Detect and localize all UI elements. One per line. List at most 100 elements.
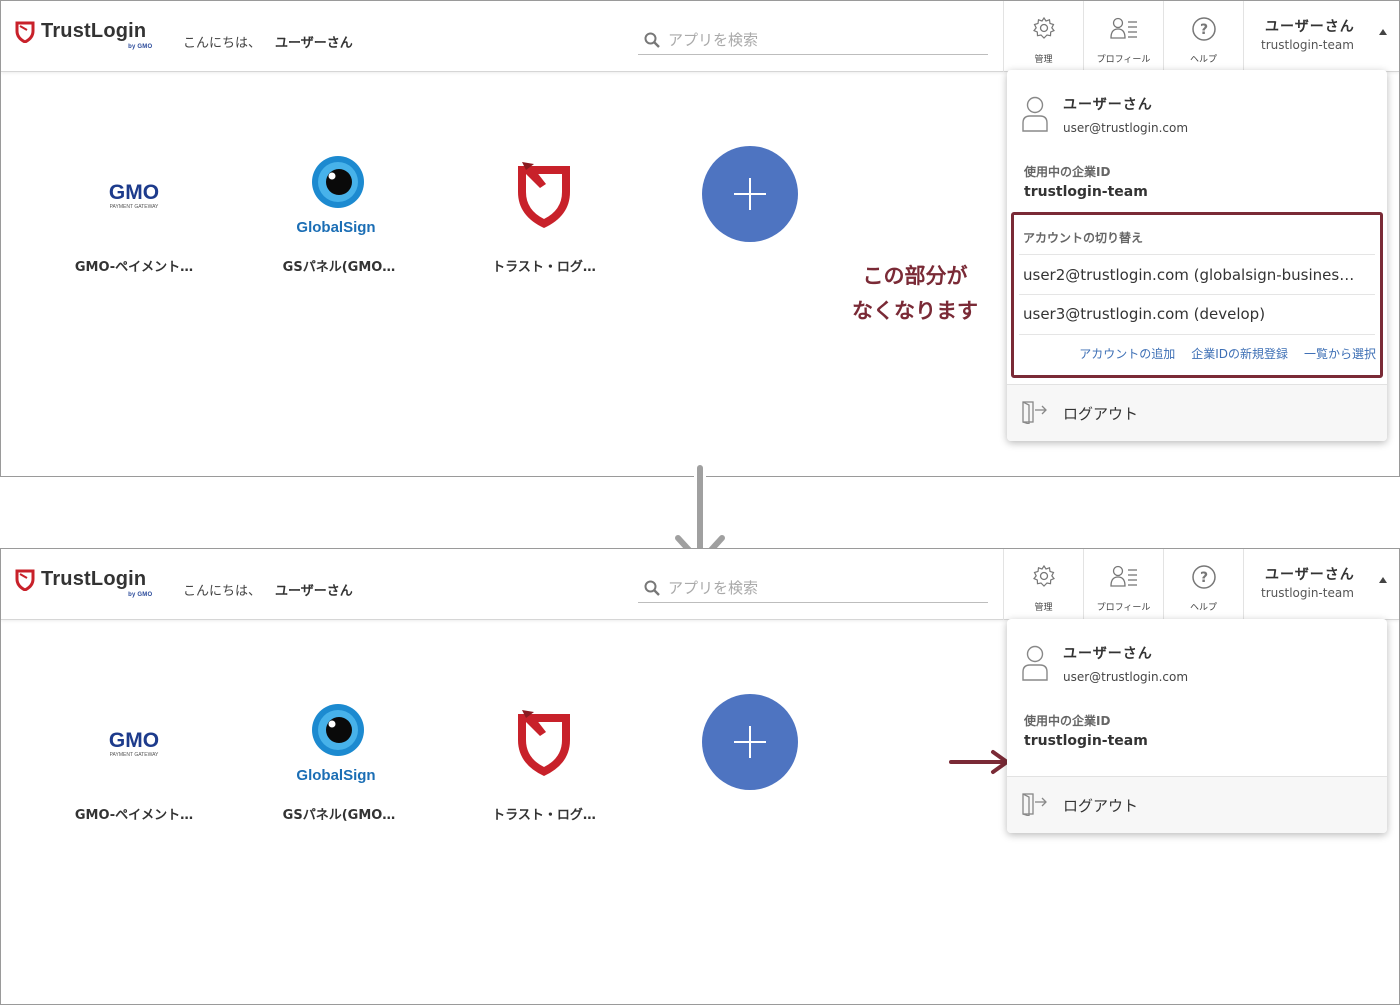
gmo-logo-icon: GMO PAYMENT GATEWAY	[54, 690, 214, 800]
globalsign-logo-icon: GlobalSign	[259, 142, 419, 252]
app-name: トラスト・ログ…	[492, 260, 596, 275]
greeting: こんにちは、 ユーザーさん	[183, 584, 353, 599]
account-switcher-links: アカウントの追加 企業IDの新規登録 一覧から選択	[1079, 345, 1376, 362]
nav-profile-button[interactable]: プロフィール	[1083, 1, 1163, 72]
nav-admin-label: 管理	[1034, 55, 1053, 65]
nav-help-button[interactable]: ? ヘルプ	[1163, 549, 1243, 620]
header-team: trustlogin-team	[1261, 38, 1354, 52]
profile-icon	[1109, 565, 1137, 587]
dropdown-email: user@trustlogin.com	[1063, 670, 1189, 684]
nav-profile-button[interactable]: プロフィール	[1083, 549, 1163, 620]
search-icon	[644, 32, 660, 48]
dropdown-user-info: ユーザーさん user@trustlogin.com	[1007, 70, 1387, 148]
dropdown-user-info: ユーザーさん user@trustlogin.com	[1007, 619, 1387, 697]
app-name: GSパネル(GMO…	[282, 808, 396, 823]
account-switcher-section: アカウントの切り替え user2@trustlogin.com (globals…	[1011, 212, 1383, 378]
app-search[interactable]	[638, 25, 988, 55]
divider	[1019, 254, 1375, 255]
trustlogin-logo[interactable]: TrustLogin by GMO	[15, 568, 153, 598]
search-icon	[644, 580, 660, 596]
svg-text:GMO: GMO	[109, 730, 159, 752]
arrow-right-icon	[949, 750, 1009, 774]
company-id-label: 使用中の企業ID	[1024, 165, 1111, 179]
account-item-user3[interactable]: user3@trustlogin.com (develop)	[1023, 305, 1363, 323]
user-dropdown-after: ユーザーさん user@trustlogin.com 使用中の企業ID trus…	[1007, 619, 1387, 833]
add-app-button[interactable]	[702, 694, 798, 790]
app-name: GMO-ペイメント…	[74, 260, 194, 275]
header-team: trustlogin-team	[1261, 586, 1354, 600]
trustlogin-shield-icon	[15, 21, 35, 43]
nav-help-label: ヘルプ	[1189, 603, 1217, 613]
logout-door-icon	[1022, 793, 1047, 816]
dropdown-user-name: ユーザーさん	[1063, 97, 1153, 113]
help-icon: ?	[1191, 565, 1216, 589]
plus-icon	[734, 726, 766, 758]
help-icon: ?	[1191, 17, 1216, 41]
company-id-value: trustlogin-team	[1024, 184, 1148, 200]
svg-text:PAYMENT GATEWAY: PAYMENT GATEWAY	[110, 204, 159, 210]
caret-up-icon	[1379, 577, 1387, 583]
user-avatar-icon	[1022, 96, 1048, 132]
trustlogin-app-icon	[464, 142, 624, 252]
search-input[interactable]	[668, 30, 968, 49]
account-switcher-title: アカウントの切り替え	[1023, 231, 1144, 245]
app-tile-trustlogin[interactable]: トラスト・ログ…	[464, 142, 624, 275]
logout-label: ログアウト	[1063, 405, 1139, 423]
header-user-name: ユーザーさん	[1265, 19, 1355, 35]
divider	[1019, 294, 1375, 295]
app-tile-globalsign[interactable]: GlobalSign GSパネル(GMO…	[259, 690, 419, 823]
user-menu-toggle[interactable]: ユーザーさん trustlogin-team	[1243, 1, 1399, 72]
user-avatar-icon	[1022, 645, 1048, 681]
trustlogin-logo[interactable]: TrustLogin by GMO	[15, 20, 153, 50]
nav-profile-label: プロフィール	[1096, 603, 1151, 613]
dropdown-email: user@trustlogin.com	[1063, 121, 1189, 135]
svg-text:GlobalSign: GlobalSign	[296, 219, 375, 236]
register-company-id-link[interactable]: 企業IDの新規登録	[1191, 345, 1288, 362]
app-tile-trustlogin[interactable]: トラスト・ログ…	[464, 690, 624, 823]
app-tile-gmo[interactable]: GMO PAYMENT GATEWAY GMO-ペイメント…	[54, 690, 214, 823]
caret-up-icon	[1379, 29, 1387, 35]
annotation-callout: この部分が なくなります	[852, 264, 978, 323]
nav-help-button[interactable]: ? ヘルプ	[1163, 1, 1243, 72]
nav-help-label: ヘルプ	[1189, 55, 1217, 65]
select-from-list-link[interactable]: 一覧から選択	[1304, 345, 1376, 362]
greeting: こんにちは、 ユーザーさん	[183, 36, 353, 51]
greeting-user-name: ユーザーさん	[275, 36, 353, 51]
app-name: GSパネル(GMO…	[282, 260, 396, 275]
app-tile-globalsign[interactable]: GlobalSign GSパネル(GMO…	[259, 142, 419, 275]
logout-button[interactable]: ログアウト	[1007, 777, 1387, 833]
app-tile-gmo[interactable]: GMO PAYMENT GATEWAY GMO-ペイメント…	[54, 142, 214, 275]
trustlogin-app-icon	[464, 690, 624, 800]
svg-text:GlobalSign: GlobalSign	[296, 767, 375, 784]
search-input[interactable]	[668, 578, 968, 597]
app-name: トラスト・ログ…	[492, 808, 596, 823]
logout-button[interactable]: ログアウト	[1007, 385, 1387, 441]
app-search[interactable]	[638, 573, 988, 603]
nav-admin-button[interactable]: 管理	[1003, 549, 1083, 620]
logout-door-icon	[1022, 401, 1047, 424]
logout-label: ログアウト	[1063, 797, 1139, 815]
app-name: GMO-ペイメント…	[74, 808, 194, 823]
nav-admin-button[interactable]: 管理	[1003, 1, 1083, 72]
globalsign-logo-icon: GlobalSign	[259, 690, 419, 800]
header-user-name: ユーザーさん	[1265, 567, 1355, 583]
gear-icon	[1032, 564, 1055, 587]
brand-sub: by GMO	[128, 592, 153, 598]
add-account-link[interactable]: アカウントの追加	[1079, 345, 1175, 362]
screenshot-after: TrustLoginby GMO こんにちは、ユーザーさん 管理 プロフィール …	[0, 548, 1400, 1005]
profile-icon	[1109, 17, 1137, 39]
svg-text:?: ?	[1199, 570, 1207, 586]
nav-profile-label: プロフィール	[1096, 55, 1151, 65]
svg-text:PAYMENT GATEWAY: PAYMENT GATEWAY	[110, 752, 159, 758]
brand-name: TrustLogin by GMO	[41, 20, 153, 50]
app-grid: GMO PAYMENT GATEWAY GMO-ペイメント… GlobalSign…	[1, 620, 1001, 920]
company-id-value: trustlogin-team	[1024, 733, 1148, 749]
brand-name: TrustLogin by GMO	[41, 568, 153, 598]
add-app-button[interactable]	[702, 146, 798, 242]
app-header: TrustLoginby GMO こんにちは、ユーザーさん 管理 プロフィール …	[1, 1, 1399, 72]
account-item-user2[interactable]: user2@trustlogin.com (globalsign-busines…	[1023, 266, 1363, 284]
app-header: TrustLoginby GMO こんにちは、ユーザーさん 管理 プロフィール …	[1, 549, 1399, 620]
user-dropdown-before: ユーザーさん user@trustlogin.com 使用中の企業ID trus…	[1007, 70, 1387, 441]
user-menu-toggle[interactable]: ユーザーさん trustlogin-team	[1243, 549, 1399, 620]
svg-text:?: ?	[1199, 22, 1207, 38]
